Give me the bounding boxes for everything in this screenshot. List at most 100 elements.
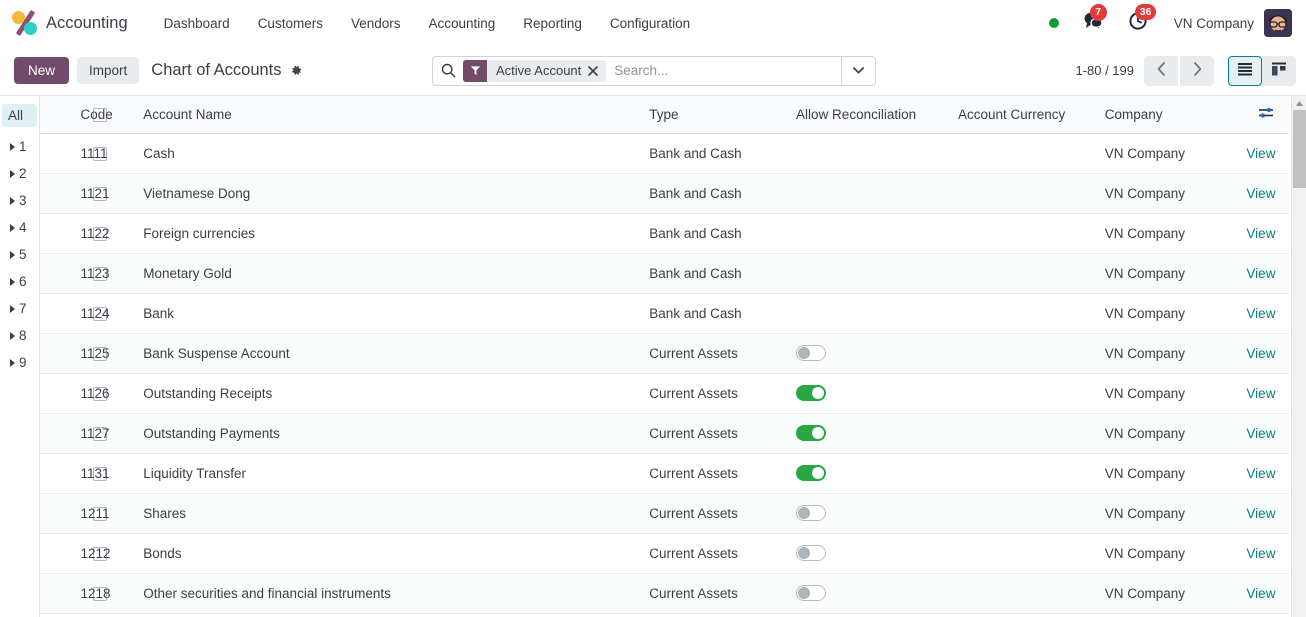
sidebar-item-8[interactable]: 8 bbox=[0, 322, 39, 349]
app-name[interactable]: Accounting bbox=[46, 14, 128, 33]
view-link[interactable]: View bbox=[1246, 346, 1275, 361]
pager-next-button[interactable] bbox=[1180, 56, 1214, 86]
menu-item-configuration[interactable]: Configuration bbox=[596, 10, 704, 37]
view-link[interactable]: View bbox=[1246, 506, 1275, 521]
view-link[interactable]: View bbox=[1246, 546, 1275, 561]
chevron-right-icon bbox=[1193, 62, 1202, 79]
column-header-code[interactable]: Code bbox=[80, 96, 143, 133]
menu-item-dashboard[interactable]: Dashboard bbox=[150, 10, 244, 37]
scrollbar-thumb[interactable] bbox=[1293, 110, 1306, 188]
column-header-type[interactable]: Type bbox=[649, 96, 796, 133]
scroll-up-button[interactable] bbox=[1292, 96, 1306, 110]
menu-item-customers[interactable]: Customers bbox=[244, 10, 337, 37]
view-link[interactable]: View bbox=[1246, 466, 1275, 481]
view-link[interactable]: View bbox=[1246, 586, 1275, 601]
cell-company: VN Company bbox=[1105, 213, 1247, 253]
chevron-right-icon[interactable] bbox=[10, 197, 15, 205]
cell-currency bbox=[958, 453, 1105, 493]
table-row[interactable]: 1127 Outstanding Payments Current Assets… bbox=[40, 413, 1289, 453]
column-header-company[interactable]: Company bbox=[1105, 96, 1247, 133]
reconciliation-toggle[interactable] bbox=[796, 425, 826, 441]
vertical-scrollbar[interactable] bbox=[1291, 96, 1306, 617]
table-row[interactable]: 1131 Liquidity Transfer Current Assets V… bbox=[40, 453, 1289, 493]
chevron-right-icon[interactable] bbox=[10, 359, 15, 367]
table-row[interactable]: 1126 Outstanding Receipts Current Assets… bbox=[40, 373, 1289, 413]
view-link[interactable]: View bbox=[1246, 226, 1275, 241]
menu-item-reporting[interactable]: Reporting bbox=[509, 10, 596, 37]
sidebar-item-2[interactable]: 2 bbox=[0, 160, 39, 187]
new-button[interactable]: New bbox=[14, 57, 69, 84]
reconciliation-toggle[interactable] bbox=[796, 585, 826, 601]
menu-item-vendors[interactable]: Vendors bbox=[337, 10, 415, 37]
column-header-allow-reconciliation[interactable]: Allow Reconciliation bbox=[796, 96, 958, 133]
table-row[interactable]: 1124 Bank Bank and Cash VN Company View bbox=[40, 293, 1289, 333]
view-link[interactable]: View bbox=[1246, 186, 1275, 201]
table-row[interactable]: 1212 Bonds Current Assets VN Company Vie… bbox=[40, 533, 1289, 573]
toggle-knob bbox=[798, 347, 810, 359]
sidebar-item-6[interactable]: 6 bbox=[0, 268, 39, 295]
view-link[interactable]: View bbox=[1246, 306, 1275, 321]
pager-previous-button[interactable] bbox=[1144, 56, 1178, 86]
menu-item-accounting[interactable]: Accounting bbox=[415, 10, 510, 37]
search-icon[interactable] bbox=[433, 57, 463, 85]
view-link[interactable]: View bbox=[1246, 426, 1275, 441]
reconciliation-toggle[interactable] bbox=[796, 545, 826, 561]
reconciliation-toggle[interactable] bbox=[796, 345, 826, 361]
pager-value[interactable]: 1-80 / 199 bbox=[1075, 63, 1134, 78]
close-icon[interactable] bbox=[588, 60, 606, 82]
messages-button[interactable]: 7 bbox=[1077, 11, 1110, 35]
sidebar-item-1[interactable]: 1 bbox=[0, 133, 39, 160]
search-input[interactable] bbox=[606, 57, 841, 85]
avatar[interactable] bbox=[1264, 9, 1292, 37]
view-link[interactable]: View bbox=[1246, 266, 1275, 281]
toggle-knob bbox=[798, 507, 810, 519]
cell-view: View bbox=[1246, 493, 1289, 533]
table-row[interactable]: 1218 Other securities and financial inst… bbox=[40, 573, 1289, 613]
sidebar-item-7[interactable]: 7 bbox=[0, 295, 39, 322]
table-row[interactable]: 1211 Shares Current Assets VN Company Vi… bbox=[40, 493, 1289, 533]
chevron-down-icon[interactable] bbox=[841, 57, 875, 85]
chevron-right-icon[interactable] bbox=[10, 305, 15, 313]
chevron-right-icon[interactable] bbox=[10, 224, 15, 232]
chevron-right-icon[interactable] bbox=[10, 251, 15, 259]
sidebar-item-3[interactable]: 3 bbox=[0, 187, 39, 214]
sidebar-item-5[interactable]: 5 bbox=[0, 241, 39, 268]
cell-currency bbox=[958, 573, 1105, 613]
chevron-right-icon[interactable] bbox=[10, 143, 15, 151]
cell-view: View bbox=[1246, 213, 1289, 253]
user-company-name[interactable]: VN Company bbox=[1174, 16, 1254, 31]
chevron-right-icon[interactable] bbox=[10, 170, 15, 178]
odoo-logo-icon[interactable] bbox=[12, 10, 38, 36]
kanban-view-button[interactable] bbox=[1262, 56, 1296, 86]
view-link[interactable]: View bbox=[1246, 386, 1275, 401]
cell-currency bbox=[958, 413, 1105, 453]
table-row[interactable]: 1125 Bank Suspense Account Current Asset… bbox=[40, 333, 1289, 373]
list-view-button[interactable] bbox=[1228, 56, 1262, 86]
sidebar-item-all[interactable]: All bbox=[2, 104, 37, 127]
chevron-right-icon[interactable] bbox=[10, 278, 15, 286]
table-row[interactable]: 1123 Monetary Gold Bank and Cash VN Comp… bbox=[40, 253, 1289, 293]
import-button[interactable]: Import bbox=[77, 57, 139, 84]
chevron-right-icon[interactable] bbox=[10, 332, 15, 340]
search-facet-active-account[interactable]: Active Account bbox=[463, 60, 606, 82]
reconciliation-toggle[interactable] bbox=[796, 385, 826, 401]
column-header-account-name[interactable]: Account Name bbox=[143, 96, 649, 133]
row-select-cell bbox=[40, 293, 80, 333]
table-row[interactable]: 1111 Cash Bank and Cash VN Company View bbox=[40, 133, 1289, 173]
gear-icon[interactable] bbox=[289, 64, 303, 78]
reconciliation-toggle[interactable] bbox=[796, 465, 826, 481]
table-row[interactable]: 1122 Foreign currencies Bank and Cash VN… bbox=[40, 213, 1289, 253]
cell-currency bbox=[958, 173, 1105, 213]
sidebar-item-4[interactable]: 4 bbox=[0, 214, 39, 241]
row-select-cell bbox=[40, 413, 80, 453]
content-area: All 1 2 3 4 5 6 7 8 bbox=[0, 96, 1306, 617]
cell-view: View bbox=[1246, 253, 1289, 293]
view-link[interactable]: View bbox=[1246, 146, 1275, 161]
column-header-account-currency[interactable]: Account Currency bbox=[958, 96, 1105, 133]
reconciliation-toggle[interactable] bbox=[796, 505, 826, 521]
sidebar-item-label: 6 bbox=[19, 274, 27, 289]
activities-button[interactable]: 36 bbox=[1122, 11, 1154, 36]
sidebar-item-9[interactable]: 9 bbox=[0, 349, 39, 376]
optional-columns-dropdown[interactable] bbox=[1246, 96, 1289, 133]
table-row[interactable]: 1121 Vietnamese Dong Bank and Cash VN Co… bbox=[40, 173, 1289, 213]
